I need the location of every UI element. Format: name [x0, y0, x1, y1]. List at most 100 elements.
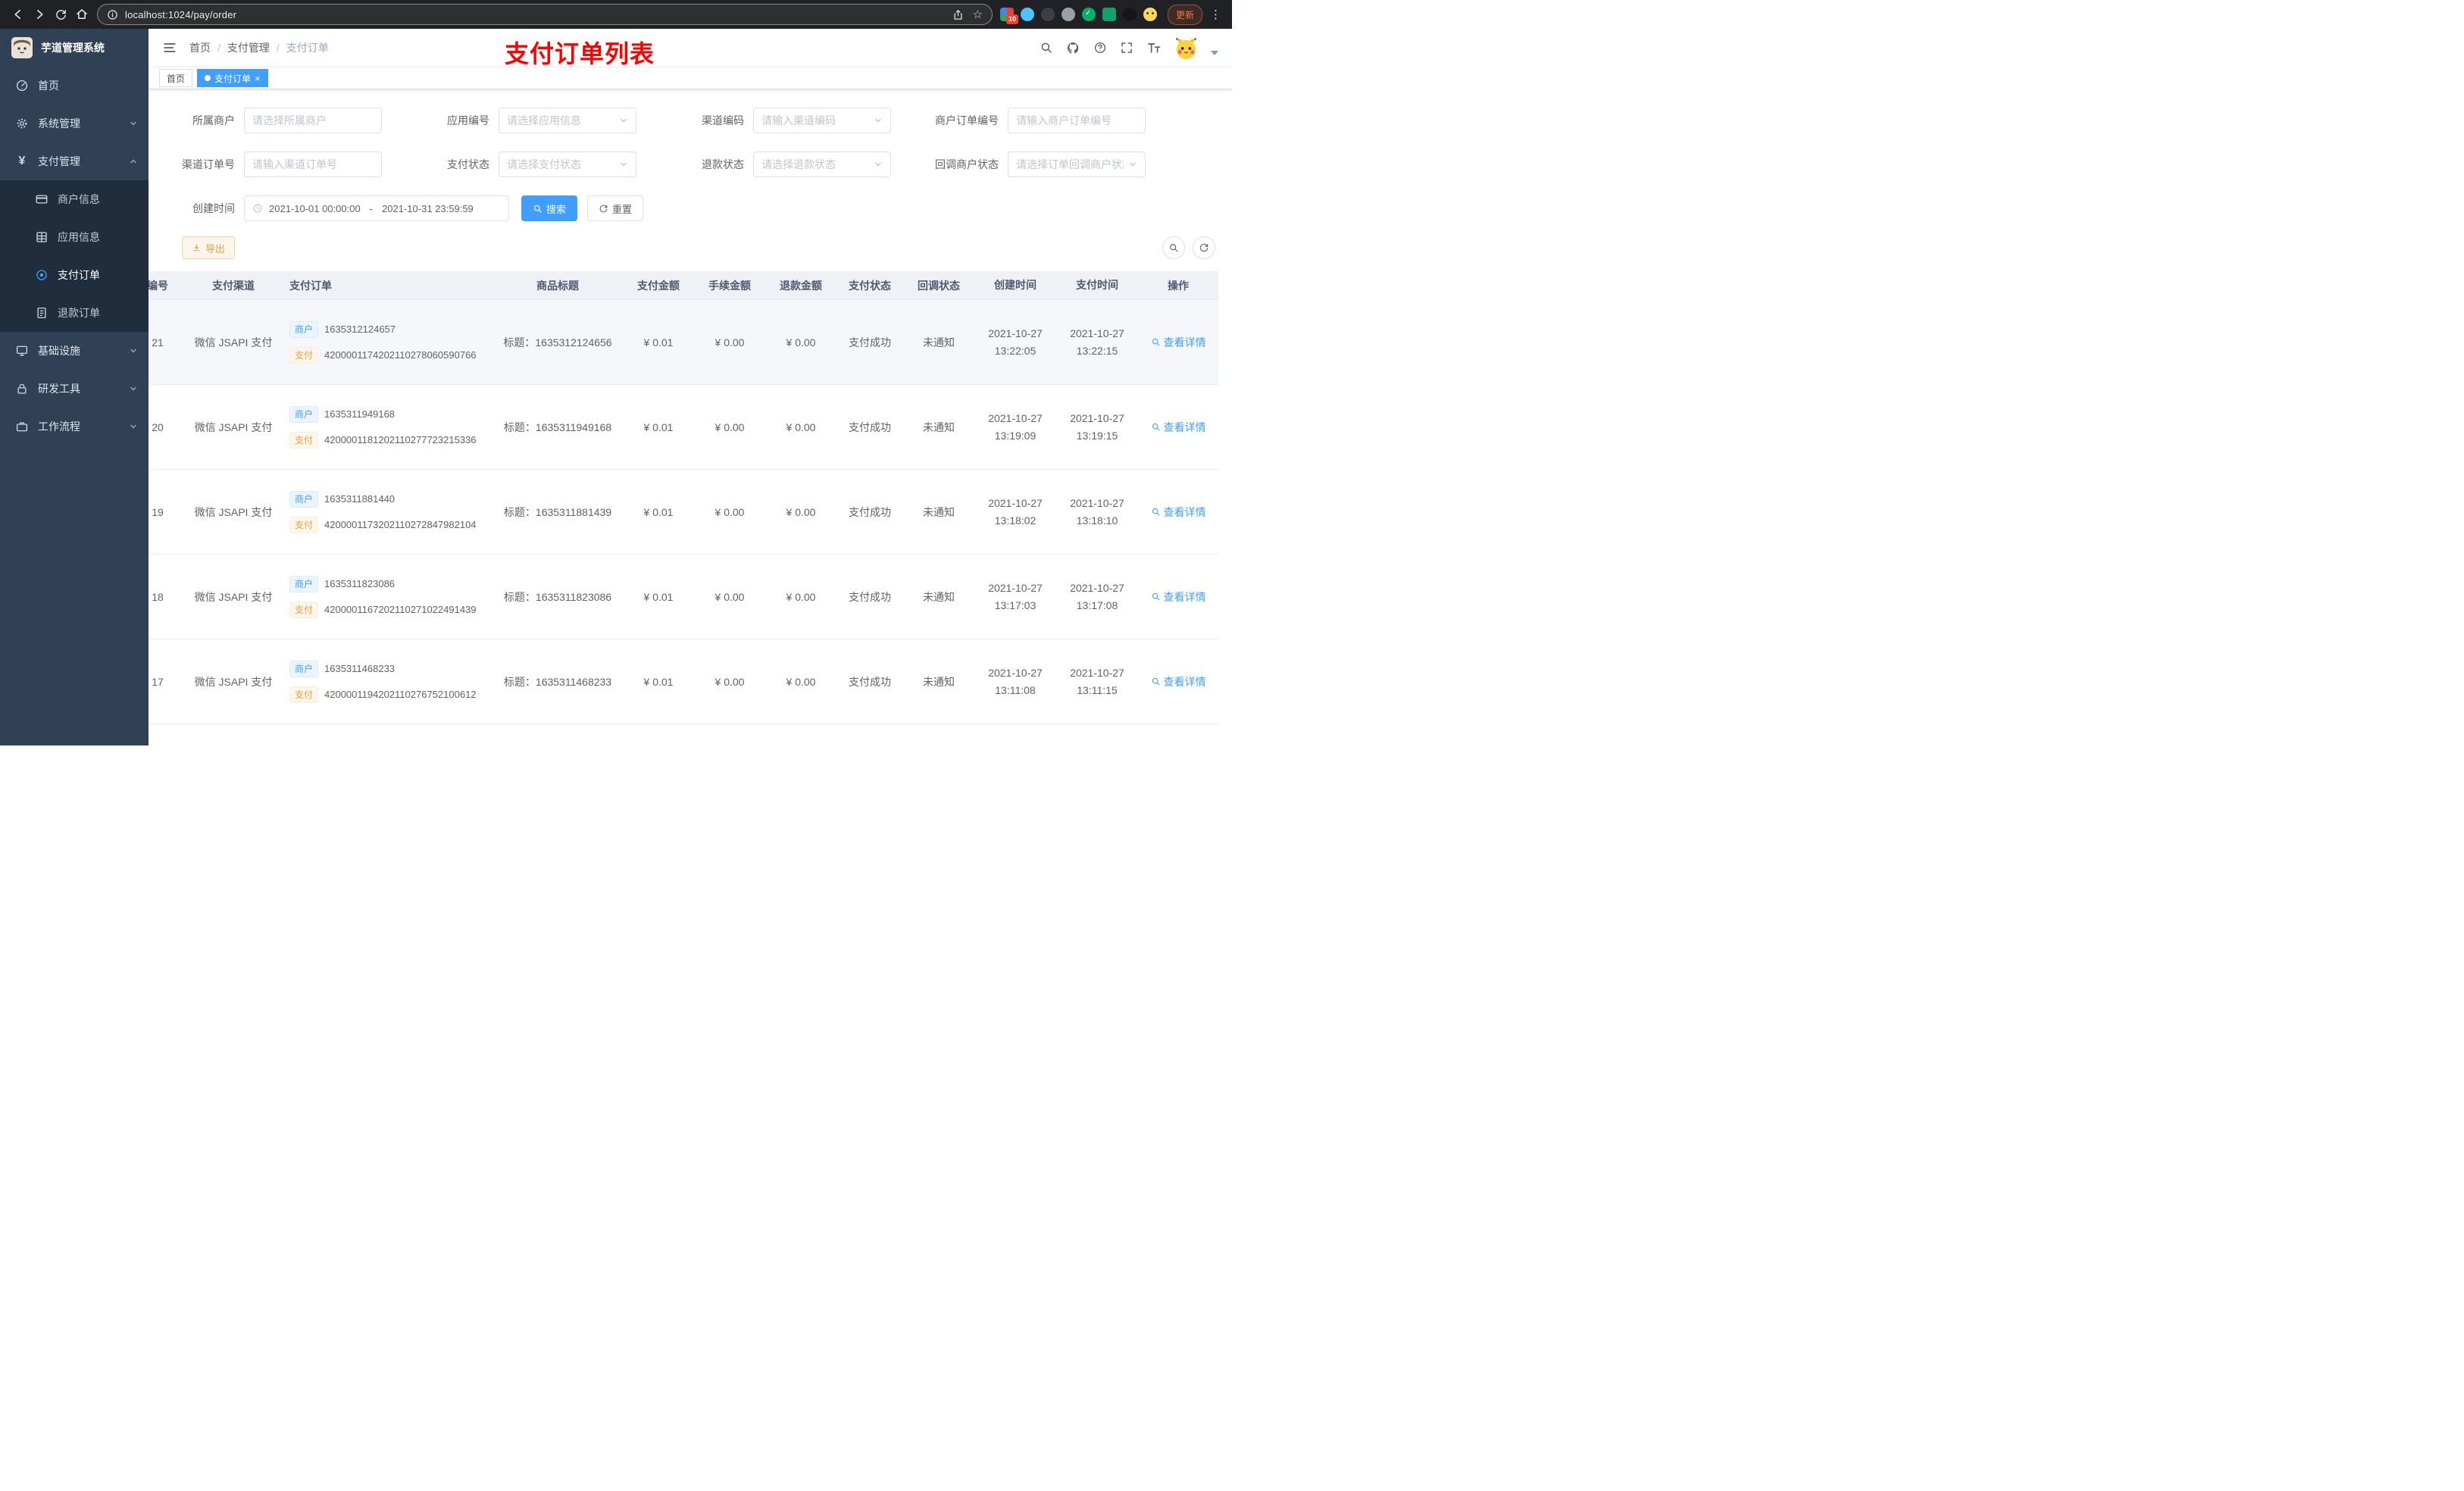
sidebar-item-merchant-info[interactable]: 商户信息	[0, 180, 149, 218]
tab-home[interactable]: 首页	[159, 69, 193, 87]
merchant-order-no-input[interactable]	[1008, 108, 1146, 133]
extension-icon[interactable]	[1061, 8, 1075, 21]
profile-avatar-icon[interactable]	[1143, 8, 1157, 21]
sidebar-item-dev-tools[interactable]: 研发工具	[0, 370, 149, 408]
help-icon[interactable]	[1093, 41, 1107, 55]
reset-button[interactable]: 重置	[587, 195, 644, 221]
view-detail-link[interactable]: 查看详情	[1151, 420, 1206, 435]
extension-icon[interactable]	[1081, 8, 1096, 21]
sidebar-item-label: 商户信息	[58, 193, 100, 205]
extension-badge: 10	[1005, 14, 1018, 24]
table-row[interactable]: 20 微信 JSAPI 支付 商户 1635311949168 支付 4200001…	[149, 385, 1218, 470]
extension-icon[interactable]	[1102, 8, 1116, 21]
search-button[interactable]: 搜索	[521, 195, 578, 221]
lock-icon	[15, 382, 29, 395]
view-detail-link[interactable]: 查看详情	[1151, 589, 1206, 605]
filter-label: 渠道订单号	[182, 158, 235, 170]
sidebar-item-infra[interactable]: 基础设施	[0, 332, 149, 370]
date-start[interactable]: 2021-10-01 00:00:00	[269, 203, 361, 214]
url-text[interactable]: localhost:1024/pay/order	[125, 9, 946, 20]
site-info-icon[interactable]	[107, 9, 118, 20]
sidebar-item-pay-order[interactable]: 支付订单	[0, 256, 149, 294]
table-row[interactable]: 21 微信 JSAPI 支付 商户 1635312124657 支付 4200001…	[149, 300, 1218, 385]
close-icon[interactable]	[255, 73, 261, 83]
cell-channel: 微信 JSAPI 支付	[194, 420, 273, 433]
toggle-search-button[interactable]	[1162, 236, 1185, 259]
merchant-filter-input[interactable]	[244, 108, 382, 133]
sidebar-item-payment[interactable]: ¥ 支付管理	[0, 142, 149, 180]
bookmark-star-icon[interactable]: ☆	[973, 9, 983, 20]
extensions-area: 10	[999, 8, 1157, 24]
tab-pay-order[interactable]: 支付订单	[197, 69, 268, 87]
breadcrumb-section[interactable]: 支付管理	[227, 40, 270, 55]
search-icon	[1152, 508, 1159, 516]
cell-notify-status: 未通知	[923, 420, 955, 433]
search-icon[interactable]	[1040, 41, 1053, 55]
view-detail-link[interactable]: 查看详情	[1151, 674, 1206, 689]
create-time-range-picker[interactable]: 2021-10-01 00:00:00 - 2021-10-31 23:59:5…	[244, 195, 509, 221]
table-row[interactable]: 19 微信 JSAPI 支付 商户 1635311881440 支付 4200001…	[149, 470, 1218, 555]
extension-icon[interactable]	[1020, 8, 1034, 21]
breadcrumb: 首页 支付管理 支付订单	[189, 40, 329, 55]
breadcrumb-current: 支付订单	[286, 42, 329, 54]
column-header: 编号	[149, 279, 168, 292]
refresh-table-button[interactable]	[1193, 236, 1215, 259]
date-separator: -	[369, 202, 374, 214]
view-detail-link[interactable]: 查看详情	[1151, 335, 1206, 350]
browser-home-button[interactable]	[71, 4, 92, 25]
cell-channel: 微信 JSAPI 支付	[194, 590, 273, 603]
browser-update-button[interactable]: 更新	[1167, 4, 1202, 25]
app-title: 芋道管理系统	[41, 42, 105, 54]
breadcrumb-home[interactable]: 首页	[189, 40, 211, 55]
browser-refresh-button[interactable]	[50, 4, 71, 25]
channel-order-no-input[interactable]	[244, 152, 382, 177]
refund-status-filter-select[interactable]: 请选择退款状态	[753, 152, 891, 177]
chevron-down-icon	[129, 119, 138, 128]
share-icon[interactable]	[952, 9, 964, 20]
sidebar-item-home[interactable]: 首页	[0, 67, 149, 105]
cell-fee: ¥ 0.00	[714, 675, 745, 688]
table-row[interactable]: 18 微信 JSAPI 支付 商户 1635311823086 支付 4200001…	[149, 555, 1218, 639]
view-detail-link[interactable]: 查看详情	[1151, 505, 1206, 520]
sidebar-item-system[interactable]: 系统管理	[0, 105, 149, 142]
url-bar[interactable]: localhost:1024/pay/order ☆	[97, 4, 993, 25]
browser-forward-button[interactable]	[29, 4, 50, 25]
sidebar-toggle-icon[interactable]	[162, 40, 177, 55]
page-header: 首页 支付管理 支付订单 支付订单列表	[149, 29, 1232, 67]
breadcrumb-separator	[277, 42, 280, 54]
notify-status-filter-select[interactable]: 请选择订单回调商户状态	[1008, 152, 1146, 177]
browser-back-button[interactable]	[8, 4, 29, 25]
export-button[interactable]: 导出	[182, 236, 236, 259]
merchant-order-no: 1635312124657	[324, 324, 396, 335]
briefcase-icon	[15, 420, 29, 433]
channel-code-filter-select[interactable]: 请输入渠道编码	[753, 108, 891, 133]
cell-pay-order: 商户1635311517 支付	[282, 724, 492, 746]
sidebar-item-label: 工作流程	[38, 420, 80, 433]
cell-pay-time: 2021-10-27 13:11:15	[1070, 666, 1124, 696]
sidebar-item-app-info[interactable]: 应用信息	[0, 218, 149, 256]
table-row[interactable]: 商户1635311517 支付	[149, 724, 1218, 746]
extension-icon[interactable]: 10	[999, 8, 1018, 24]
extension-icon[interactable]	[1040, 8, 1055, 21]
sidebar-item-refund-order[interactable]: 退款订单	[0, 294, 149, 332]
fullscreen-icon[interactable]	[1120, 41, 1134, 55]
sidebar-item-workflow[interactable]: 工作流程	[0, 408, 149, 445]
cell-pay-order: 商户 1635312124657 支付 4200001174202110278060…	[282, 300, 492, 384]
document-icon	[35, 306, 48, 320]
avatar-caret-icon[interactable]	[1211, 51, 1218, 55]
cell-amount: ¥ 0.01	[643, 336, 674, 349]
browser-menu-icon[interactable]: ⋮	[1207, 8, 1224, 21]
cell-pay-order: 商户 1635311881440 支付 4200001173202110272847…	[282, 470, 492, 554]
extension-icon[interactable]	[1122, 8, 1137, 21]
user-avatar[interactable]	[1174, 36, 1198, 60]
pay-tag: 支付	[289, 601, 319, 618]
pay-status-filter-select[interactable]: 请选择支付状态	[499, 152, 636, 177]
date-end[interactable]: 2021-10-31 23:59:59	[382, 203, 474, 214]
cell-create-time: 2021-10-27 13:17:03	[988, 581, 1043, 611]
cell-fee: ¥ 0.00	[714, 590, 745, 603]
table-row[interactable]: 17 微信 JSAPI 支付 商户 1635311468233 支付 4200001…	[149, 639, 1218, 724]
github-icon[interactable]	[1066, 41, 1080, 55]
font-size-icon[interactable]	[1146, 40, 1162, 55]
app-filter-select[interactable]: 请选择应用信息	[499, 108, 636, 133]
filter-label: 退款状态	[702, 158, 744, 170]
